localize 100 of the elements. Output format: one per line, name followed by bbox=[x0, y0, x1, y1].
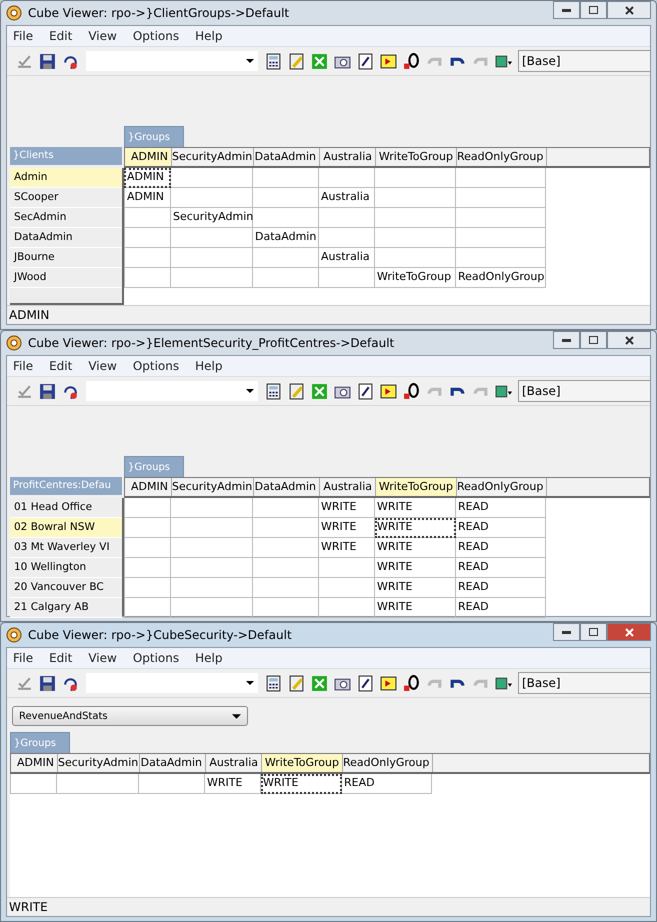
arrow-into-box-icon[interactable] bbox=[380, 674, 397, 692]
table-cell[interactable]: WRITE bbox=[375, 598, 456, 618]
maximize-button[interactable] bbox=[580, 623, 607, 641]
table-cell[interactable]: WRITE bbox=[375, 558, 456, 578]
table-cell[interactable] bbox=[124, 558, 171, 578]
table-cell[interactable] bbox=[171, 598, 253, 618]
table-cell[interactable] bbox=[319, 598, 375, 618]
menu-item[interactable]: Help bbox=[189, 29, 232, 43]
menu-item[interactable]: View bbox=[82, 29, 127, 43]
column-header[interactable]: SecurityAdmin bbox=[58, 754, 140, 772]
table-cell[interactable]: WRITE bbox=[205, 774, 261, 794]
table-cell[interactable] bbox=[253, 558, 319, 578]
maximize-button[interactable] bbox=[580, 331, 607, 349]
zero-icon[interactable] bbox=[403, 382, 420, 400]
spreadsheet-icon[interactable] bbox=[311, 382, 328, 400]
table-cell[interactable]: SecurityAdmin bbox=[171, 208, 253, 228]
table-cell[interactable]: READ bbox=[456, 498, 546, 518]
table-cell[interactable]: DataAdmin bbox=[253, 228, 319, 248]
menu-item[interactable]: Edit bbox=[43, 29, 82, 43]
zero-icon[interactable] bbox=[403, 674, 420, 692]
table-cell[interactable] bbox=[253, 538, 319, 558]
table-cell[interactable] bbox=[124, 598, 171, 618]
column-header[interactable]: WriteToGroup bbox=[376, 148, 457, 166]
subset-field[interactable]: [Base] bbox=[518, 50, 650, 72]
close-button[interactable] bbox=[607, 331, 651, 349]
table-cell[interactable] bbox=[253, 268, 319, 288]
row-header[interactable]: 02 Bowral NSW bbox=[10, 518, 122, 538]
save-icon[interactable] bbox=[39, 52, 56, 70]
table-cell[interactable] bbox=[171, 558, 253, 578]
table-cell[interactable] bbox=[253, 578, 319, 598]
maximize-button[interactable] bbox=[580, 1, 607, 19]
subset-field[interactable]: [Base] bbox=[518, 672, 650, 694]
table-cell[interactable] bbox=[253, 598, 319, 618]
table-cell[interactable] bbox=[253, 248, 319, 268]
minimize-button[interactable] bbox=[553, 331, 580, 349]
table-cell[interactable] bbox=[124, 248, 171, 268]
table-cell[interactable] bbox=[171, 498, 253, 518]
table-cell[interactable]: ReadOnlyGroup bbox=[456, 268, 546, 288]
calculator-icon[interactable] bbox=[265, 52, 282, 70]
table-cell[interactable] bbox=[319, 168, 375, 188]
table-cell[interactable] bbox=[171, 578, 253, 598]
check-icon[interactable] bbox=[16, 674, 33, 692]
arrow-into-box-icon[interactable] bbox=[380, 52, 397, 70]
menu-item[interactable]: Help bbox=[189, 651, 232, 665]
view-dropdown[interactable] bbox=[85, 50, 259, 72]
table-cell[interactable] bbox=[319, 558, 375, 578]
column-header[interactable]: SecurityAdmin bbox=[172, 148, 254, 166]
spreadsheet-icon[interactable] bbox=[311, 674, 328, 692]
table-cell[interactable] bbox=[124, 538, 171, 558]
table-cell[interactable] bbox=[375, 228, 456, 248]
table-cell[interactable] bbox=[171, 248, 253, 268]
table-cell[interactable] bbox=[139, 774, 205, 794]
menu-item[interactable]: Options bbox=[126, 359, 190, 373]
table-cell[interactable] bbox=[319, 268, 375, 288]
zero-icon[interactable] bbox=[403, 52, 420, 70]
table-cell[interactable]: WRITE bbox=[319, 538, 375, 558]
table-cell[interactable] bbox=[171, 228, 253, 248]
menu-item[interactable]: Options bbox=[126, 651, 190, 665]
table-cell[interactable] bbox=[171, 518, 253, 538]
table-cell[interactable] bbox=[456, 208, 546, 228]
spreadsheet-icon[interactable] bbox=[311, 52, 328, 70]
view-dropdown[interactable] bbox=[85, 672, 259, 694]
title-dimension-dropdown[interactable]: RevenueAndStats bbox=[12, 706, 248, 726]
check-icon[interactable] bbox=[16, 382, 33, 400]
column-header[interactable]: ReadOnlyGroup bbox=[457, 148, 547, 166]
table-cell[interactable] bbox=[171, 188, 253, 208]
table-cell[interactable] bbox=[57, 774, 139, 794]
save-icon[interactable] bbox=[39, 674, 56, 692]
column-header[interactable]: DataAdmin bbox=[254, 478, 320, 496]
table-cell[interactable]: ADMIN bbox=[124, 188, 171, 208]
minimize-button[interactable] bbox=[553, 623, 580, 641]
menu-item[interactable]: Options bbox=[126, 29, 190, 43]
table-cell[interactable]: READ bbox=[456, 518, 546, 538]
table-cell[interactable] bbox=[456, 188, 546, 208]
table-cell[interactable] bbox=[253, 208, 319, 228]
column-header[interactable]: SecurityAdmin bbox=[172, 478, 254, 496]
table-cell[interactable] bbox=[375, 188, 456, 208]
column-header[interactable]: ReadOnlyGroup bbox=[457, 478, 547, 496]
calculator-pencil-icon[interactable] bbox=[288, 674, 305, 692]
column-header[interactable]: WriteToGroup bbox=[262, 754, 343, 772]
row-header[interactable]: Admin bbox=[10, 168, 122, 188]
table-cell[interactable]: READ bbox=[456, 558, 546, 578]
check-icon[interactable] bbox=[16, 52, 33, 70]
menu-item[interactable]: File bbox=[7, 651, 44, 665]
close-button[interactable] bbox=[607, 1, 651, 19]
table-cell[interactable] bbox=[319, 208, 375, 228]
menu-item[interactable]: File bbox=[7, 29, 44, 43]
table-cell[interactable] bbox=[319, 228, 375, 248]
table-cell[interactable] bbox=[253, 188, 319, 208]
table-cell[interactable] bbox=[124, 498, 171, 518]
table-cell[interactable]: WRITE bbox=[319, 518, 375, 538]
table-cell[interactable] bbox=[124, 268, 171, 288]
table-cell[interactable]: Australia bbox=[319, 248, 375, 268]
close-button[interactable] bbox=[607, 623, 651, 641]
table-cell[interactable] bbox=[375, 168, 456, 188]
edit-document-icon[interactable] bbox=[357, 382, 374, 400]
edit-document-icon[interactable] bbox=[357, 674, 374, 692]
table-cell[interactable]: READ bbox=[456, 598, 546, 618]
table-cell[interactable] bbox=[253, 498, 319, 518]
menu-item[interactable]: Edit bbox=[43, 359, 82, 373]
